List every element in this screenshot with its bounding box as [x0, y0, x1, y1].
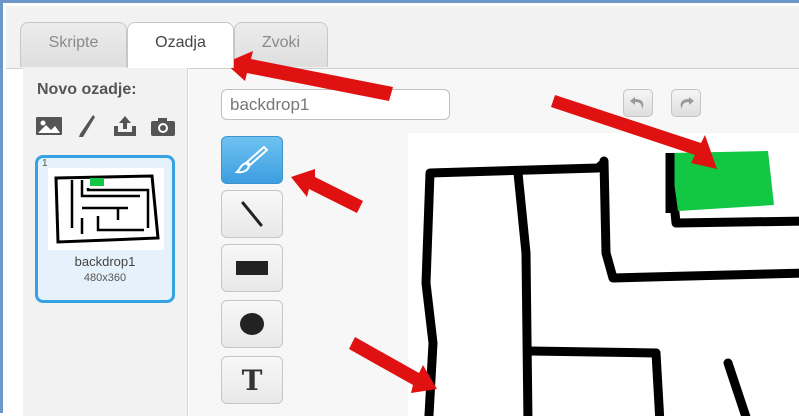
redo-icon [680, 97, 694, 109]
undo-icon [630, 97, 644, 109]
tab-backdrops[interactable]: Ozadja [127, 22, 234, 68]
paint-brush-icon[interactable] [73, 113, 101, 139]
text-tool[interactable]: T [221, 356, 283, 404]
backdrop-name-input[interactable] [221, 89, 450, 120]
drawing-canvas[interactable] [408, 133, 799, 416]
tab-sounds[interactable]: Zvoki [234, 22, 328, 67]
ellipse-icon [240, 313, 264, 335]
text-icon: T [241, 363, 263, 397]
brush-tool[interactable] [221, 136, 283, 184]
backdrop-thumbnail[interactable]: 1 backdrop1 480x360 [35, 155, 175, 303]
ellipse-tool[interactable] [221, 300, 283, 348]
tab-backdrops-label: Ozadja [155, 34, 206, 51]
rectangle-icon [236, 261, 268, 275]
new-backdrop-label: Novo ozadje: [37, 81, 137, 98]
backdrop-name: backdrop1 [74, 254, 136, 269]
backdrop-preview-image [48, 168, 164, 250]
brush-icon [234, 145, 269, 174]
line-tool[interactable] [221, 190, 283, 238]
tab-scripts-label: Skripte [48, 34, 99, 51]
line-icon [241, 201, 263, 227]
backdrop-size: 480x360 [83, 272, 127, 284]
tab-scripts[interactable]: Skripte [20, 22, 127, 67]
upload-icon[interactable] [111, 113, 139, 139]
backdrop-number: 1 [42, 158, 48, 169]
new-backdrop-toolbar [35, 113, 177, 139]
camera-icon[interactable] [149, 113, 177, 139]
scratch-editor-window: Skripte Ozadja Zvoki Novo ozadje: 1 back… [0, 0, 799, 416]
undo-button[interactable] [623, 89, 653, 117]
maze-drawing [421, 151, 799, 416]
image-library-icon[interactable] [35, 113, 63, 139]
tab-sounds-label: Zvoki [261, 34, 301, 51]
backdrop-list-panel: Novo ozadje: 1 backdrop1 480x360 [23, 68, 188, 416]
rectangle-tool[interactable] [221, 244, 283, 292]
redo-button[interactable] [671, 89, 701, 117]
